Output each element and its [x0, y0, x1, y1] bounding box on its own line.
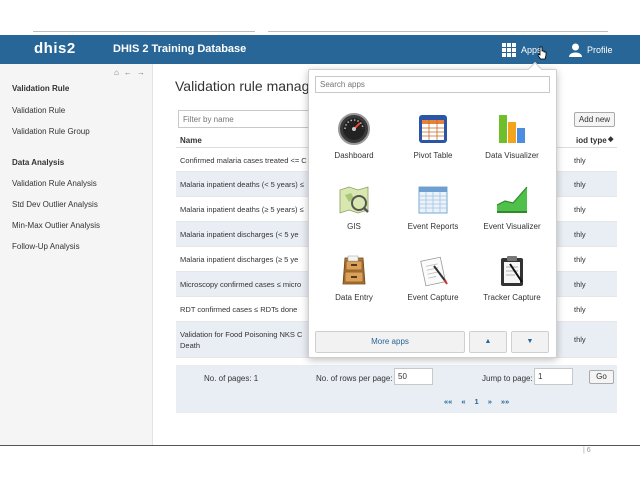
app-tile-pivot-table[interactable]: Pivot Table	[394, 112, 472, 160]
row-period-type: thly	[574, 230, 586, 239]
row-name: Malaria inpatient discharges (≥ 5 ye	[180, 255, 299, 264]
filter-input[interactable]	[178, 110, 318, 128]
area-chart-icon	[496, 186, 528, 213]
apps-menu-button[interactable]: Apps	[502, 41, 542, 59]
bottom-divider	[0, 445, 640, 446]
dhis2-logo[interactable]: dhis2	[34, 40, 76, 57]
apps-dropdown-menu: Dashboard Pivot Table Data Visualizer	[308, 61, 557, 358]
profile-label: Profile	[587, 45, 613, 55]
app-tile-tracker-capture[interactable]: Tracker Capture	[473, 254, 551, 302]
row-period-type: thly	[574, 180, 586, 189]
page-title: Validation rule managem	[175, 78, 329, 94]
column-header-period-type[interactable]: iod type	[576, 136, 607, 145]
column-header-name[interactable]: Name	[180, 136, 202, 145]
sidebar-item-validation-rule-group[interactable]: Validation Rule Group	[12, 127, 90, 136]
app-label: Tracker Capture	[483, 293, 541, 302]
sidebar-item-follow-up-analysis[interactable]: Follow-Up Analysis	[12, 242, 80, 251]
page-links: «« « 1 » »»	[444, 397, 509, 406]
row-period-type: thly	[574, 205, 586, 214]
apps-grid-icon	[502, 43, 516, 57]
go-button[interactable]: Go	[589, 370, 614, 384]
sidebar-item-std-dev-outlier-analysis[interactable]: Std Dev Outlier Analysis	[12, 200, 98, 209]
chevron-down-icon: ▼	[526, 338, 534, 345]
app-label: Data Visualizer	[485, 151, 539, 160]
row-name: Validation for Food Poisoning NKS C	[180, 330, 303, 339]
rows-per-page-input[interactable]: 50	[394, 368, 433, 385]
sidebar-item-min-max-outlier-analysis[interactable]: Min-Max Outlier Analysis	[12, 221, 100, 230]
app-label: Dashboard	[334, 151, 374, 160]
pagination-bar: No. of pages: 1 No. of rows per page: 50…	[176, 365, 617, 413]
row-period-type: thly	[574, 156, 586, 165]
add-new-button[interactable]: Add new	[574, 112, 615, 127]
decorative-line	[33, 31, 255, 32]
next-page-link[interactable]: »	[488, 397, 492, 406]
row-period-type: thly	[574, 335, 586, 344]
left-sidebar: ⌂ ← → Validation Rule Validation Rule Va…	[0, 64, 153, 445]
app-label: Event Visualizer	[483, 222, 541, 231]
row-name: Microscopy confirmed cases ≤ micro	[180, 280, 302, 289]
row-period-type: thly	[574, 305, 586, 314]
scroll-up-button[interactable]: ▲	[469, 331, 507, 353]
app-tile-data-entry[interactable]: Data Entry	[315, 254, 393, 302]
last-page-link[interactable]: »»	[501, 397, 509, 406]
screenshot-frame: dhis2 DHIS 2 Training Database Apps Prof…	[0, 0, 640, 480]
sidebar-nav-arrows: ⌂ ← →	[114, 68, 145, 77]
current-page-link[interactable]: 1	[475, 397, 479, 406]
slide-number: | 6	[583, 447, 591, 454]
row-name-continued: Death	[180, 341, 201, 350]
notepad-pen-icon	[420, 256, 448, 287]
dashboard-gauge-icon	[338, 113, 370, 145]
filing-cabinet-icon	[342, 255, 366, 285]
bar-chart-icon	[499, 115, 525, 143]
app-label: GIS	[347, 222, 361, 231]
app-tile-event-visualizer[interactable]: Event Visualizer	[473, 183, 551, 231]
event-reports-table-icon	[418, 186, 448, 214]
jump-to-page-input[interactable]: 1	[534, 368, 573, 385]
row-period-type: thly	[574, 255, 586, 264]
page-count-label: No. of pages: 1	[204, 374, 259, 383]
sidebar-heading-data-analysis: Data Analysis	[12, 158, 65, 167]
app-title: DHIS 2 Training Database	[113, 43, 247, 55]
sidebar-heading-validation-rule: Validation Rule	[12, 84, 70, 93]
sort-icon[interactable]: ◆	[608, 135, 613, 143]
app-label: Event Reports	[407, 222, 459, 231]
user-icon	[569, 43, 582, 57]
row-name: RDT confirmed cases ≤ RDTs done	[180, 305, 298, 314]
decorative-line	[268, 31, 608, 32]
gis-map-icon	[339, 186, 369, 214]
clipboard-pen-icon	[501, 256, 523, 286]
rows-per-page-label: No. of rows per page:	[316, 374, 393, 383]
chevron-up-icon: ▲	[484, 338, 492, 345]
profile-menu-button[interactable]: Profile	[569, 41, 613, 59]
app-label: Pivot Table	[413, 151, 453, 160]
app-label: Data Entry	[335, 293, 373, 302]
app-tile-gis[interactable]: GIS	[315, 183, 393, 231]
mouse-cursor-icon	[537, 46, 547, 60]
previous-page-link[interactable]: «	[461, 397, 465, 406]
home-icon[interactable]: ⌂	[114, 68, 119, 77]
more-apps-button[interactable]: More apps	[315, 331, 465, 353]
app-tile-event-reports[interactable]: Event Reports	[394, 183, 472, 231]
row-name: Confirmed malaria cases treated <= C	[180, 156, 307, 165]
app-tile-event-capture[interactable]: Event Capture	[394, 254, 472, 302]
top-header-bar: dhis2 DHIS 2 Training Database Apps Prof…	[0, 35, 640, 64]
row-name: Malaria inpatient deaths (< 5 years) ≤	[180, 180, 304, 189]
pivot-table-icon	[419, 115, 447, 143]
jump-to-page-label: Jump to page:	[482, 374, 533, 383]
app-label: Event Capture	[407, 293, 459, 302]
forward-arrow-icon[interactable]: →	[137, 68, 145, 77]
search-apps-input[interactable]	[315, 76, 550, 93]
sidebar-item-validation-rule[interactable]: Validation Rule	[12, 106, 65, 115]
app-tile-data-visualizer[interactable]: Data Visualizer	[473, 112, 551, 160]
sidebar-item-validation-rule-analysis[interactable]: Validation Rule Analysis	[12, 179, 97, 188]
row-name: Malaria inpatient deaths (≥ 5 years) ≤	[180, 205, 304, 214]
scroll-down-button[interactable]: ▼	[511, 331, 549, 353]
row-name: Malaria inpatient discharges (< 5 ye	[180, 230, 299, 239]
back-arrow-icon[interactable]: ←	[124, 68, 132, 77]
app-tile-dashboard[interactable]: Dashboard	[315, 112, 393, 160]
first-page-link[interactable]: ««	[444, 397, 452, 406]
row-period-type: thly	[574, 280, 586, 289]
